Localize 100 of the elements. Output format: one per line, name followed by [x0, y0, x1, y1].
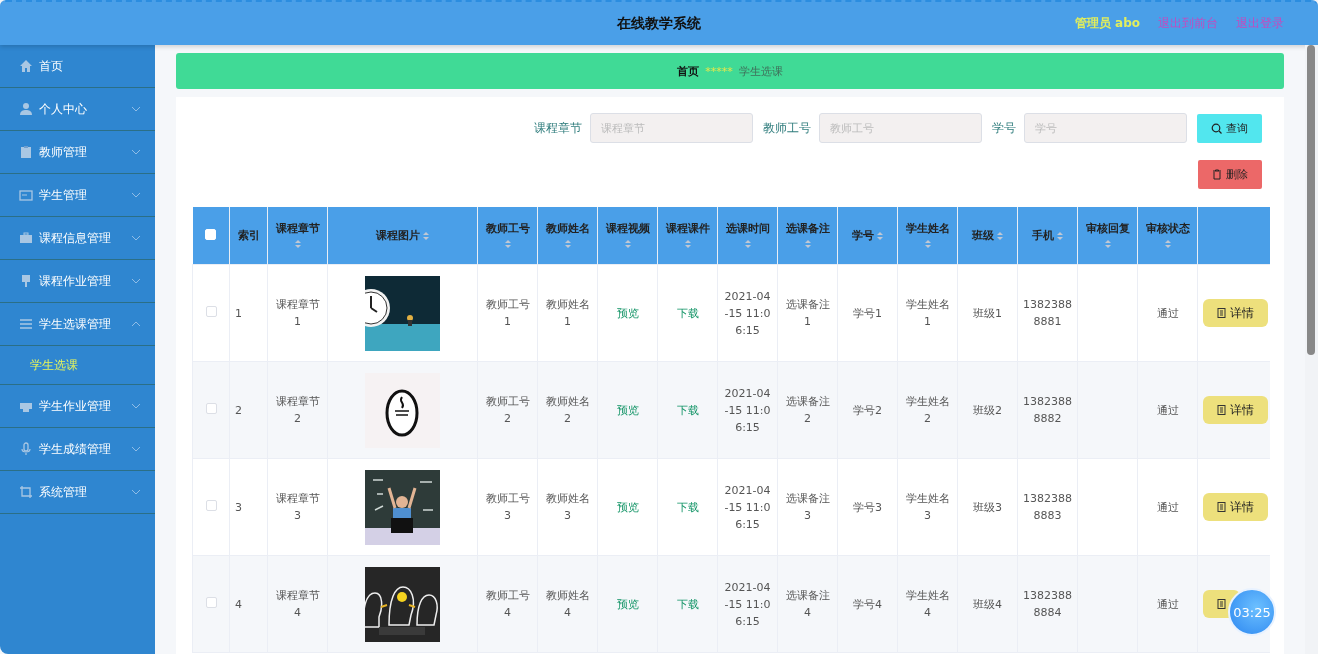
table-cell: 2021-04-15 11:06:15	[724, 580, 771, 628]
search-button[interactable]: 查询	[1197, 113, 1262, 143]
table-cell: 课程章节3	[275, 492, 320, 522]
download-link[interactable]: 下载	[676, 306, 699, 320]
sort-icon	[293, 238, 302, 250]
table-cell: 课程章节1	[275, 298, 320, 328]
table-cell: 13823888883	[1023, 492, 1072, 522]
clipboard-icon	[19, 145, 33, 159]
scrollbar[interactable]	[1305, 45, 1318, 654]
table-cell: 学号1	[853, 306, 882, 320]
column-header[interactable]: 课程章节	[267, 207, 328, 265]
submenu-item[interactable]: 学生选课	[0, 346, 155, 384]
sidebar-item[interactable]: 首页	[0, 45, 155, 88]
preview-link[interactable]: 预览	[616, 500, 639, 514]
table-cell: 学生姓名4	[905, 589, 950, 619]
delete-button[interactable]: 删除	[1198, 160, 1262, 189]
microphone-icon	[19, 442, 33, 456]
sidebar-item[interactable]: 课程信息管理	[0, 217, 155, 260]
table-cell: 教师姓名4	[545, 589, 590, 619]
sort-icon	[995, 229, 1004, 242]
column-header[interactable]: 选课备注	[777, 207, 838, 265]
sort-icon	[503, 238, 512, 250]
column-header[interactable]: 课程图片	[327, 207, 478, 265]
sort-icon	[743, 238, 752, 250]
table-cell: 选课备注3	[785, 492, 830, 522]
column-header: 索引	[229, 207, 268, 265]
checkbox[interactable]	[205, 305, 217, 317]
checkbox[interactable]	[205, 402, 217, 414]
document-icon	[1217, 502, 1226, 512]
document-icon	[1217, 308, 1226, 318]
sort-icon	[923, 238, 932, 250]
download-link[interactable]: 下载	[676, 597, 699, 611]
checkbox[interactable]	[205, 596, 217, 608]
details-button[interactable]: 详情	[1203, 493, 1268, 521]
column-header[interactable]: 课程视频	[597, 207, 658, 265]
table-cell: 教师工号4	[485, 589, 530, 619]
column-header[interactable]: 手机	[1017, 207, 1078, 265]
table-cell: 教师姓名3	[545, 492, 590, 522]
table-cell: 学号4	[853, 597, 882, 611]
column-header[interactable]: 学号	[837, 207, 898, 265]
breadcrumb-item[interactable]: 首页	[677, 63, 700, 79]
column-header[interactable]: 班级	[957, 207, 1018, 265]
table-cell: 选课备注1	[785, 298, 830, 328]
document-icon	[1217, 405, 1226, 415]
user-name[interactable]: 管理员 abo	[1074, 15, 1140, 32]
table-cell: 教师姓名2	[545, 395, 590, 425]
details-button[interactable]: 详情	[1203, 396, 1268, 424]
column-header[interactable]: 选课时间	[717, 207, 778, 265]
table-cell: 2021-04-15 11:06:15	[724, 483, 771, 531]
crop-icon	[19, 485, 33, 499]
table-cell: 2021-04-15 11:06:15	[724, 386, 771, 434]
person-icon	[19, 102, 33, 116]
table-cell: 2	[235, 403, 242, 417]
sort-icon	[803, 238, 812, 250]
brush-icon	[19, 274, 33, 288]
column-header[interactable]: 教师姓名	[537, 207, 598, 265]
sort-icon	[1163, 238, 1172, 250]
preview-link[interactable]: 预览	[616, 597, 639, 611]
list-icon	[19, 317, 33, 331]
preview-link[interactable]: 预览	[616, 306, 639, 320]
table-cell: 通过	[1156, 500, 1179, 514]
sidebar-item[interactable]: 个人中心	[0, 88, 155, 131]
home-icon	[19, 59, 33, 73]
sidebar-item[interactable]: 学生管理	[0, 174, 155, 217]
trash-icon	[1212, 169, 1222, 180]
table-cell: 班级1	[973, 306, 1002, 320]
preview-link[interactable]: 预览	[616, 403, 639, 417]
column-header[interactable]: 课程课件	[657, 207, 718, 265]
app-title: 在线教学系统	[617, 14, 701, 31]
sort-icon	[1103, 238, 1112, 250]
table-cell: 通过	[1156, 403, 1179, 417]
column-header[interactable]: 审核状态	[1137, 207, 1198, 265]
details-button[interactable]: 详情	[1203, 299, 1268, 327]
table-cell: 教师姓名1	[545, 298, 590, 328]
sidebar-item[interactable]: 教师管理	[0, 131, 155, 174]
download-link[interactable]: 下载	[676, 500, 699, 514]
sidebar-item[interactable]: 学生作业管理	[0, 385, 155, 428]
table-cell: 13823888882	[1023, 395, 1072, 425]
table-cell: 选课备注2	[785, 395, 830, 425]
table-cell: 教师工号2	[485, 395, 530, 425]
sort-icon	[875, 229, 884, 242]
column-header[interactable]: 教师工号	[477, 207, 538, 265]
table-cell: 课程章节4	[275, 589, 320, 619]
sort-icon	[421, 229, 430, 242]
checkbox[interactable]	[205, 499, 217, 511]
sidebar-item[interactable]: 系统管理	[0, 471, 155, 514]
breadcrumb-item: 学生选课	[738, 63, 783, 79]
field-label: 教师工号	[763, 119, 811, 137]
column-header[interactable]: 审核回复	[1077, 207, 1138, 265]
breadcrumb-separator: *****	[705, 64, 733, 78]
sidebar-item[interactable]: 学生成绩管理	[0, 428, 155, 471]
search-icon	[1211, 122, 1222, 134]
column-header[interactable]: 学生姓名	[897, 207, 958, 265]
sidebar-item[interactable]: 课程作业管理	[0, 260, 155, 303]
sidebar-item[interactable]: 学生选课管理	[0, 303, 155, 346]
document-icon	[1217, 599, 1226, 609]
download-link[interactable]: 下载	[676, 403, 699, 417]
id-card-icon	[19, 188, 33, 202]
sort-icon	[683, 238, 692, 250]
table-cell: 3	[235, 500, 242, 514]
